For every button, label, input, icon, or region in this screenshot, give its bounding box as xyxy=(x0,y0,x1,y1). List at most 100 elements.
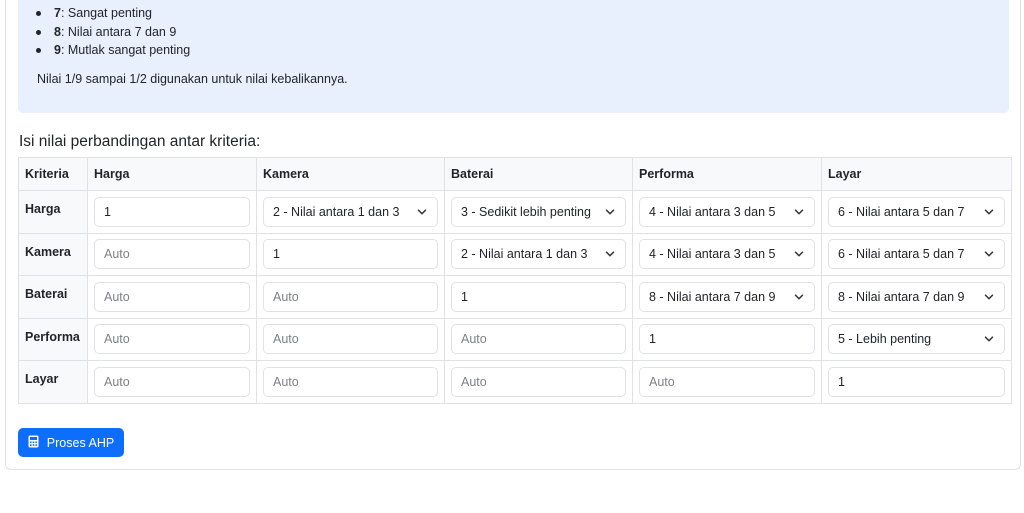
select-value: 3 - Sedikit lebih penting xyxy=(461,204,591,219)
matrix-cell xyxy=(256,360,445,404)
scale-item: 8: Nilai antara 7 dan 9 xyxy=(35,23,190,42)
scale-text: : Sangat penting xyxy=(60,6,152,20)
comparison-select[interactable]: 2 - Nilai antara 1 dan 3 xyxy=(451,239,626,270)
select-value: 8 - Nilai antara 7 dan 9 xyxy=(649,289,776,304)
diagonal-input[interactable] xyxy=(263,239,438,270)
matrix-cell: 8 - Nilai antara 7 dan 9 xyxy=(632,275,822,319)
diagonal-input[interactable] xyxy=(94,196,250,227)
matrix-cell xyxy=(632,317,822,361)
chevron-down-icon xyxy=(788,249,804,259)
comparison-matrix: Kriteria Harga Kamera Baterai Performa L… xyxy=(18,157,1012,404)
auto-input[interactable] xyxy=(263,281,438,312)
matrix-row: Layar xyxy=(18,360,1012,404)
scale-item: 9: Mutlak sangat penting xyxy=(35,41,191,60)
chevron-down-icon xyxy=(411,207,427,217)
chevron-down-icon xyxy=(788,207,804,217)
matrix-cell xyxy=(632,360,822,404)
scale-list: 7: Sangat penting 8: Nilai antara 7 dan … xyxy=(35,4,191,60)
select-value: 2 - Nilai antara 1 dan 3 xyxy=(461,247,588,262)
select-value: 4 - Nilai antara 3 dan 5 xyxy=(649,204,776,219)
header-cell: Baterai xyxy=(444,157,633,191)
calculator-icon xyxy=(28,435,39,451)
auto-input[interactable] xyxy=(263,366,438,397)
matrix-cell: 3 - Sedikit lebih penting xyxy=(444,190,633,234)
diagonal-input[interactable] xyxy=(639,324,815,355)
matrix-cell xyxy=(87,190,257,234)
matrix-cell: 4 - Nilai antara 3 dan 5 xyxy=(632,190,822,234)
auto-input[interactable] xyxy=(451,366,626,397)
row-label: Harga xyxy=(18,190,88,234)
header-cell: Kriteria xyxy=(18,157,88,191)
chevron-down-icon xyxy=(978,207,994,217)
matrix-row: Kamera 2 - Nilai antara 1 dan 3 4 - Nilai … xyxy=(18,232,1012,276)
auto-input[interactable] xyxy=(94,366,250,397)
comparison-select[interactable]: 3 - Sedikit lebih penting xyxy=(451,196,626,227)
auto-input[interactable] xyxy=(451,324,626,355)
scale-key: 8 xyxy=(54,24,61,39)
header-cell: Kamera xyxy=(256,157,445,191)
main-card: 7: Sangat penting 8: Nilai antara 7 dan … xyxy=(5,0,1021,470)
auto-input[interactable] xyxy=(94,239,250,270)
select-value: 6 - Nilai antara 5 dan 7 xyxy=(838,247,965,262)
scale-key: 7 xyxy=(54,6,61,20)
diagonal-input[interactable] xyxy=(828,366,1005,397)
comparison-select[interactable]: 8 - Nilai antara 7 dan 9 xyxy=(828,281,1005,312)
matrix-cell: 2 - Nilai antara 1 dan 3 xyxy=(444,232,633,276)
matrix-cell: 6 - Nilai antara 5 dan 7 xyxy=(821,232,1012,276)
comparison-select[interactable]: 2 - Nilai antara 1 dan 3 xyxy=(263,196,438,227)
matrix-cell xyxy=(256,317,445,361)
matrix-cell xyxy=(444,317,633,361)
auto-input[interactable] xyxy=(263,324,438,355)
auto-input[interactable] xyxy=(639,366,815,397)
matrix-cell xyxy=(256,232,445,276)
scale-text: : Mutlak sangat penting xyxy=(60,43,191,58)
comparison-select[interactable]: 5 - Lebih penting xyxy=(828,324,1005,355)
select-value: 4 - Nilai antara 3 dan 5 xyxy=(649,247,776,262)
auto-input[interactable] xyxy=(94,281,250,312)
section-title: Isi nilai perbandingan antar kriteria: xyxy=(19,133,261,150)
matrix-cell: 5 - Lebih penting xyxy=(821,317,1012,361)
scale-info-box: 7: Sangat penting 8: Nilai antara 7 dan … xyxy=(18,0,1009,113)
comparison-select[interactable]: 6 - Nilai antara 5 dan 7 xyxy=(828,239,1005,270)
row-label: Baterai xyxy=(18,275,88,319)
matrix-cell xyxy=(87,232,257,276)
comparison-select[interactable]: 4 - Nilai antara 3 dan 5 xyxy=(639,196,815,227)
diagonal-input[interactable] xyxy=(451,281,626,312)
matrix-cell xyxy=(87,360,257,404)
row-label: Layar xyxy=(18,360,88,404)
select-value: 2 - Nilai antara 1 dan 3 xyxy=(273,204,400,219)
matrix-row: Harga 2 - Nilai antara 1 dan 3 3 - Sedikit… xyxy=(18,190,1012,234)
header-cell: Performa xyxy=(632,157,822,191)
reciprocal-note: Nilai 1/9 sampai 1/2 digunakan untuk nil… xyxy=(37,72,348,86)
select-value: 5 - Lebih penting xyxy=(838,332,932,347)
process-ahp-button[interactable]: Proses AHP xyxy=(18,428,124,457)
matrix-header-row: Kriteria Harga Kamera Baterai Performa L… xyxy=(18,157,1012,191)
chevron-down-icon xyxy=(599,207,615,217)
scale-text: : Nilai antara 7 dan 9 xyxy=(60,24,177,39)
matrix-cell xyxy=(256,275,445,319)
header-cell: Layar xyxy=(821,157,1012,191)
auto-input[interactable] xyxy=(94,324,250,355)
matrix-cell: 4 - Nilai antara 3 dan 5 xyxy=(632,232,822,276)
chevron-down-icon xyxy=(978,334,994,344)
comparison-select[interactable]: 8 - Nilai antara 7 dan 9 xyxy=(639,281,815,312)
chevron-down-icon xyxy=(978,292,994,302)
chevron-down-icon xyxy=(788,292,804,302)
matrix-cell xyxy=(87,317,257,361)
select-value: 8 - Nilai antara 7 dan 9 xyxy=(838,289,965,304)
matrix-cell: 2 - Nilai antara 1 dan 3 xyxy=(256,190,445,234)
matrix-body: Harga 2 - Nilai antara 1 dan 3 3 - Sedikit… xyxy=(18,190,1012,404)
matrix-cell xyxy=(444,275,633,319)
comparison-select[interactable]: 6 - Nilai antara 5 dan 7 xyxy=(828,196,1005,227)
chevron-down-icon xyxy=(978,249,994,259)
comparison-select[interactable]: 4 - Nilai antara 3 dan 5 xyxy=(639,239,815,270)
matrix-cell xyxy=(87,275,257,319)
matrix-cell xyxy=(444,360,633,404)
row-label: Performa xyxy=(18,317,88,361)
process-ahp-label: Proses AHP xyxy=(46,435,115,450)
scale-key: 9 xyxy=(54,43,61,58)
matrix-row: Baterai 8 - Nilai antara 7 dan 9 8 - Nilai… xyxy=(18,275,1012,319)
matrix-cell: 6 - Nilai antara 5 dan 7 xyxy=(821,190,1012,234)
header-cell: Harga xyxy=(87,157,257,191)
select-value: 6 - Nilai antara 5 dan 7 xyxy=(838,204,965,219)
